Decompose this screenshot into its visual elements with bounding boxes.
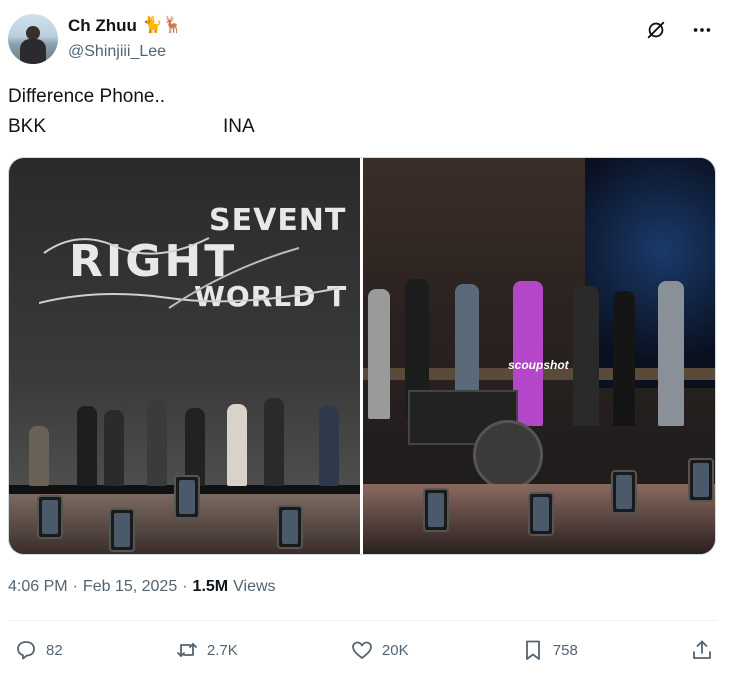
views-count[interactable]: 1.5M — [193, 578, 229, 596]
tweet-label-bkk: BKK — [8, 116, 47, 137]
repost-button[interactable]: 2.7K — [175, 638, 238, 662]
stage-fan — [473, 420, 543, 490]
phone — [528, 492, 554, 536]
phone — [37, 495, 63, 539]
avatar[interactable] — [8, 14, 58, 64]
stage-lights — [585, 158, 715, 388]
bookmark-icon — [525, 640, 540, 660]
avatar-body — [20, 39, 46, 64]
performer — [227, 404, 247, 486]
phone — [109, 508, 135, 552]
performer — [264, 398, 284, 486]
tweet-label-ina: INA — [223, 116, 255, 137]
photo-ina[interactable]: scoupshot — [363, 158, 715, 554]
action-bar: 82 2.7K 20K 758 — [14, 638, 714, 662]
performer — [573, 286, 599, 426]
performer — [104, 410, 124, 486]
phone — [174, 475, 200, 519]
repost-icon — [176, 643, 197, 657]
performer — [658, 281, 684, 426]
author-name-row: Ch Zhuu 🐈🦌 — [68, 16, 183, 36]
author-handle[interactable]: @Shinjiii_Lee — [68, 43, 166, 61]
meta-separator: · — [72, 578, 78, 595]
performer — [613, 291, 635, 426]
grok-icon[interactable] — [644, 18, 668, 42]
more-icon[interactable] — [690, 18, 714, 42]
reply-icon — [17, 641, 35, 660]
views-label: Views — [233, 578, 276, 595]
bookmark-count: 758 — [552, 641, 578, 659]
meta-separator: · — [182, 578, 188, 595]
phone — [611, 470, 637, 514]
like-icon — [351, 641, 372, 659]
like-count: 20K — [381, 641, 409, 659]
phone — [688, 458, 714, 502]
share-icon — [693, 640, 711, 659]
divider — [8, 620, 718, 621]
header-actions — [644, 18, 714, 42]
watermark: scoupshot — [508, 358, 569, 372]
media-container: SEVENT RIGHT WORLD T scoupshot — [8, 157, 716, 555]
author-display-name[interactable]: Ch Zhuu — [68, 16, 137, 36]
reply-count: 82 — [46, 641, 63, 659]
performer — [368, 289, 390, 419]
phone — [277, 505, 303, 549]
reply-button[interactable]: 82 — [14, 638, 63, 662]
bookmark-button[interactable]: 758 — [521, 638, 578, 662]
performer — [319, 406, 339, 486]
screen-flame-graphic — [39, 237, 340, 309]
like-button[interactable]: 20K — [350, 638, 409, 662]
phone — [423, 488, 449, 532]
author-emojis: 🐈🦌 — [142, 17, 183, 34]
tweet-time[interactable]: 4:06 PM — [8, 578, 68, 596]
performer — [29, 426, 49, 486]
tweet-text-line1: Difference Phone.. — [8, 86, 166, 107]
share-button[interactable] — [690, 638, 714, 662]
repost-count: 2.7K — [206, 641, 238, 659]
tweet-date[interactable]: Feb 15, 2025 — [83, 578, 177, 596]
performer — [77, 406, 97, 486]
tweet-meta: 4:06 PM · Feb 15, 2025 · 1.5M Views — [8, 578, 276, 596]
performer — [147, 400, 167, 486]
photo-bkk[interactable]: SEVENT RIGHT WORLD T — [9, 158, 360, 554]
avatar-head — [26, 26, 40, 40]
